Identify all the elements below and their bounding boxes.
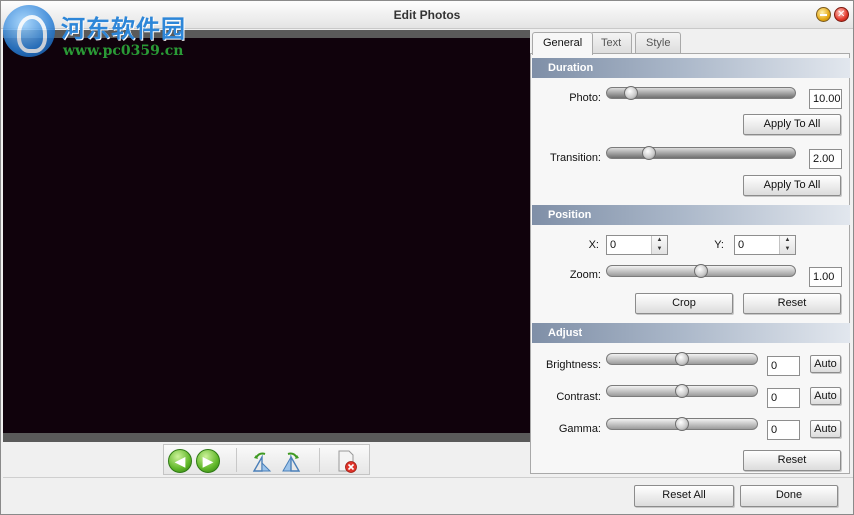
tab-style-label: Style (646, 37, 671, 49)
tab-style[interactable]: Style (635, 32, 682, 54)
brightness-label: Brightness: (545, 359, 601, 371)
gamma-slider[interactable] (606, 417, 758, 431)
transition-duration-label: Transition: (550, 152, 601, 164)
x-spinbox[interactable]: 0 ▲ ▼ (606, 235, 668, 255)
apply-photo-duration-button[interactable]: Apply To All (743, 114, 841, 135)
rotate-left-button[interactable] (250, 449, 274, 473)
slider-handle[interactable] (642, 146, 656, 160)
photo-preview (3, 38, 530, 433)
duration-section-header: Duration (532, 58, 850, 78)
photo-duration-slider[interactable] (606, 86, 796, 100)
position-reset-button[interactable]: Reset (743, 293, 841, 314)
crop-button[interactable]: Crop (635, 293, 733, 314)
adjust-reset-button[interactable]: Reset (743, 450, 841, 471)
dialog-footer: Reset All Done (3, 477, 853, 514)
tab-text-label: Text (601, 37, 622, 49)
close-button[interactable]: ✕ (834, 7, 849, 22)
zoom-label: Zoom: (569, 269, 601, 281)
x-label: X: (588, 239, 599, 251)
previous-photo-button[interactable]: ◀ (168, 449, 192, 473)
rotate-right-icon (282, 452, 301, 472)
contrast-label: Contrast: (556, 391, 601, 403)
arrow-left-icon: ◀ (174, 453, 186, 469)
gamma-field[interactable]: 0 (767, 420, 800, 440)
slider-handle[interactable] (675, 417, 689, 431)
done-button[interactable]: Done (740, 485, 838, 507)
spin-down-icon[interactable]: ▼ (652, 245, 667, 254)
contrast-slider[interactable] (606, 384, 758, 398)
y-spin-arrows[interactable]: ▲ ▼ (779, 236, 795, 254)
adjust-section-header: Adjust (532, 323, 850, 343)
delete-photo-icon (338, 450, 357, 473)
y-label: Y: (714, 239, 724, 251)
minimize-icon (820, 14, 827, 16)
watermark-url: www.pc0359.cn (63, 43, 184, 59)
toolbar-divider (236, 448, 237, 472)
tab-text[interactable]: Text (590, 32, 633, 54)
x-spin-arrows[interactable]: ▲ ▼ (651, 236, 667, 254)
x-value: 0 (610, 239, 617, 251)
minimize-button[interactable] (816, 7, 831, 22)
apply-transition-duration-button[interactable]: Apply To All (743, 175, 841, 196)
delete-photo-button[interactable] (334, 449, 358, 473)
gamma-auto-button[interactable]: Auto (810, 420, 841, 438)
spin-up-icon[interactable]: ▲ (652, 236, 667, 245)
photo-duration-field[interactable]: 10.00 (809, 89, 842, 109)
reset-all-button[interactable]: Reset All (634, 485, 734, 507)
slider-handle[interactable] (675, 352, 689, 366)
edit-photos-window: Edit Photos ✕ 河东软件园 www.pc0359.cn ◀ ▶ Ge… (0, 0, 854, 515)
slider-handle[interactable] (624, 86, 638, 100)
rotate-left-icon (252, 452, 272, 472)
photo-toolbar: ◀ ▶ (163, 444, 370, 475)
zoom-slider[interactable] (606, 264, 796, 278)
photo-duration-label: Photo: (569, 92, 601, 104)
contrast-field[interactable]: 0 (767, 388, 800, 408)
watermark: 河东软件园 www.pc0359.cn (3, 3, 203, 63)
transition-duration-slider[interactable] (606, 146, 796, 160)
brightness-slider[interactable] (606, 352, 758, 366)
arrow-right-icon: ▶ (202, 453, 214, 469)
watermark-logo-icon (3, 5, 55, 57)
spin-up-icon[interactable]: ▲ (780, 236, 795, 245)
settings-panel: Duration Photo: 10.00 Apply To All Trans… (530, 53, 850, 474)
spin-down-icon[interactable]: ▼ (780, 245, 795, 254)
slider-handle[interactable] (675, 384, 689, 398)
watermark-name: 河东软件园 (61, 14, 186, 43)
y-value: 0 (738, 239, 745, 251)
brightness-field[interactable]: 0 (767, 356, 800, 376)
y-spinbox[interactable]: 0 ▲ ▼ (734, 235, 796, 255)
position-section-header: Position (532, 205, 850, 225)
rotate-right-button[interactable] (279, 449, 303, 473)
transition-duration-field[interactable]: 2.00 (809, 149, 842, 169)
preview-frame (3, 30, 530, 442)
next-photo-button[interactable]: ▶ (196, 449, 220, 473)
brightness-auto-button[interactable]: Auto (810, 355, 841, 373)
close-icon: ✕ (837, 9, 846, 20)
gamma-label: Gamma: (558, 423, 601, 435)
slider-handle[interactable] (694, 264, 708, 278)
toolbar-divider (319, 448, 320, 472)
zoom-field[interactable]: 1.00 (809, 267, 842, 287)
tab-general-label: General (543, 37, 583, 49)
tab-general[interactable]: General (532, 32, 594, 55)
contrast-auto-button[interactable]: Auto (810, 387, 841, 405)
